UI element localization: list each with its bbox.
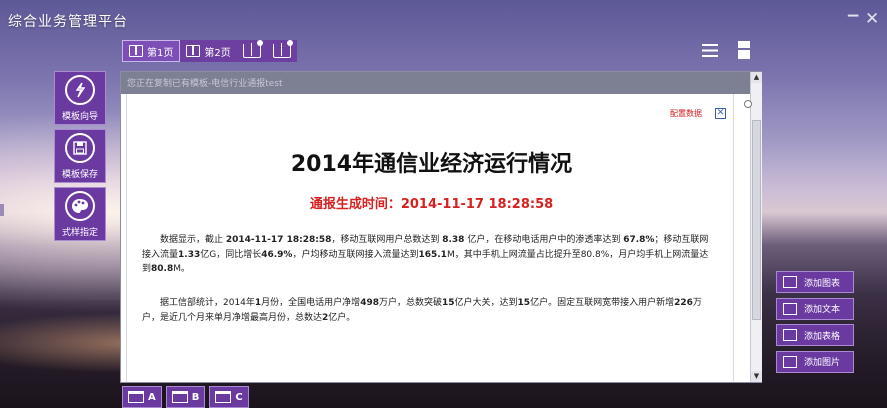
text: 据工信部统计，2014年 <box>160 298 255 308</box>
text: 数据显示，截止 <box>160 235 226 245</box>
text: 亿户大关，达到 <box>454 298 518 308</box>
bold-value: 80.8 <box>151 264 174 274</box>
time-label: 通报生成时间： <box>309 197 401 212</box>
document-page: 配置数据 ✕ 2014年通信业经济运行情况 通报生成时间：2014-11-17 … <box>121 94 742 382</box>
menu-icon[interactable] <box>702 44 718 57</box>
rtool-label: 添加文本 <box>804 305 841 315</box>
book-add-icon <box>272 40 293 58</box>
scroll-thumb[interactable] <box>752 120 761 320</box>
template-wizard-button[interactable]: 模板向导 <box>54 71 106 125</box>
rtool-label: 添加图片 <box>804 358 841 368</box>
book-icon <box>242 40 263 58</box>
minimize-icon[interactable]: − <box>846 6 860 26</box>
template-hint: 您正在复制已有模板-电信行业通报test <box>121 72 761 94</box>
side-toolbar: 模板向导 模板保存 式样指定 <box>54 71 106 245</box>
page-icon <box>186 45 201 57</box>
paragraph-2[interactable]: 据工信部统计，2014年1月份，全国电话用户净增498万户，总数突破15亿户大关… <box>142 296 710 325</box>
bold-value: 498 <box>360 298 379 308</box>
add-text-button[interactable]: 添加文本 <box>776 297 854 320</box>
scroll-up-icon[interactable]: ▲ <box>751 72 762 83</box>
text: 亿户。 <box>328 312 356 323</box>
vertical-scrollbar[interactable]: ▲ ▼ <box>750 72 762 382</box>
paragraph-1[interactable]: 数据显示，截止 2014-11-17 18:28:58，移动互联网用户总数达到 … <box>142 233 710 277</box>
tool-label: 模板向导 <box>61 111 98 122</box>
save-icon <box>65 132 95 163</box>
text: ，移动互联网用户总数达到 <box>331 235 443 245</box>
bold-value: 1.33 <box>178 249 201 260</box>
layout-split-icon[interactable] <box>738 41 750 59</box>
tab-label: 第2页 <box>204 47 231 59</box>
add-chart-button[interactable]: 添加图表 <box>776 271 854 293</box>
text: 亿户，在移动电话用户中的渗透率达到 <box>464 235 624 245</box>
clapper-icon <box>215 391 232 403</box>
tool-label: 模板保存 <box>61 169 98 180</box>
bottom-tab-b[interactable]: B <box>165 386 206 408</box>
left-edge-handle[interactable] <box>0 204 4 216</box>
bold-value: 15 <box>517 298 531 308</box>
bold-value: 165.1 <box>418 249 447 260</box>
report-time[interactable]: 通报生成时间：2014-11-17 18:28:58 <box>121 193 742 212</box>
bottom-tab-label: B <box>191 391 200 403</box>
bottom-tab-bar: A B C <box>122 386 249 408</box>
bottom-tab-a[interactable]: A <box>122 386 162 408</box>
bold-value: 226 <box>674 298 693 308</box>
close-icon[interactable]: ✕ <box>865 9 879 29</box>
text: 月份，全国电话用户净增 <box>261 298 361 308</box>
app-title: 综合业务管理平台 <box>8 14 128 30</box>
wand-icon <box>65 74 95 105</box>
table-icon <box>783 329 797 341</box>
book-remove-button[interactable] <box>237 40 267 62</box>
chart-icon <box>783 276 797 288</box>
text: 亿G，同比增长 <box>200 249 262 260</box>
add-table-button[interactable]: 添加表格 <box>776 324 854 346</box>
bottom-tab-label: C <box>235 391 243 403</box>
style-assign-button[interactable]: 式样指定 <box>54 187 106 241</box>
panel-resize-knob[interactable] <box>744 100 752 108</box>
rtool-label: 添加图表 <box>804 278 841 289</box>
clapper-icon <box>128 391 144 403</box>
palette-icon <box>65 190 95 221</box>
add-image-button[interactable]: 添加图片 <box>776 350 854 373</box>
page-icon <box>129 45 143 57</box>
tab-page-2[interactable]: 第2页 <box>180 40 236 62</box>
bottom-tab-c[interactable]: C <box>209 386 249 408</box>
tool-label: 式样指定 <box>61 227 98 238</box>
config-data-link[interactable]: 配置数据 <box>670 108 702 119</box>
doc-close-icon[interactable]: ✕ <box>715 108 726 119</box>
text-icon <box>783 302 797 315</box>
report-title[interactable]: 2014年通信业经济运行情况 <box>121 146 742 178</box>
bold-value: 2014-11-17 18:28:58 <box>225 235 332 245</box>
book-add-button[interactable] <box>267 40 297 62</box>
bold-value: 8.38 <box>442 235 465 245</box>
bottom-tab-label: A <box>148 391 156 403</box>
time-value: 2014-11-17 18:28:58 <box>400 197 554 212</box>
text: ，户均移动互联网接入流量达到 <box>292 249 419 260</box>
insert-toolbar: 添加图表 添加文本 添加表格 添加图片 <box>776 271 854 377</box>
template-save-button[interactable]: 模板保存 <box>54 129 106 183</box>
bold-value: 15 <box>442 298 455 308</box>
bold-value: 67.8% <box>623 235 655 245</box>
text: 万户，总数突破 <box>378 298 442 308</box>
clapper-icon <box>171 391 188 403</box>
text: M。 <box>173 264 190 274</box>
text: 亿户。固定互联网宽带接入用户新增 <box>530 298 675 308</box>
tab-label: 第1页 <box>147 47 174 59</box>
scroll-down-icon[interactable]: ▼ <box>751 371 762 382</box>
image-icon <box>783 355 797 368</box>
editor-panel: 您正在复制已有模板-电信行业通报test 配置数据 ✕ 2014年通信业经济运行… <box>120 71 762 383</box>
tab-page-1[interactable]: 第1页 <box>122 40 181 62</box>
rtool-label: 添加表格 <box>804 331 841 342</box>
page-tab-bar: 第1页 第2页 <box>122 40 297 62</box>
bold-value: 46.9% <box>261 249 293 260</box>
